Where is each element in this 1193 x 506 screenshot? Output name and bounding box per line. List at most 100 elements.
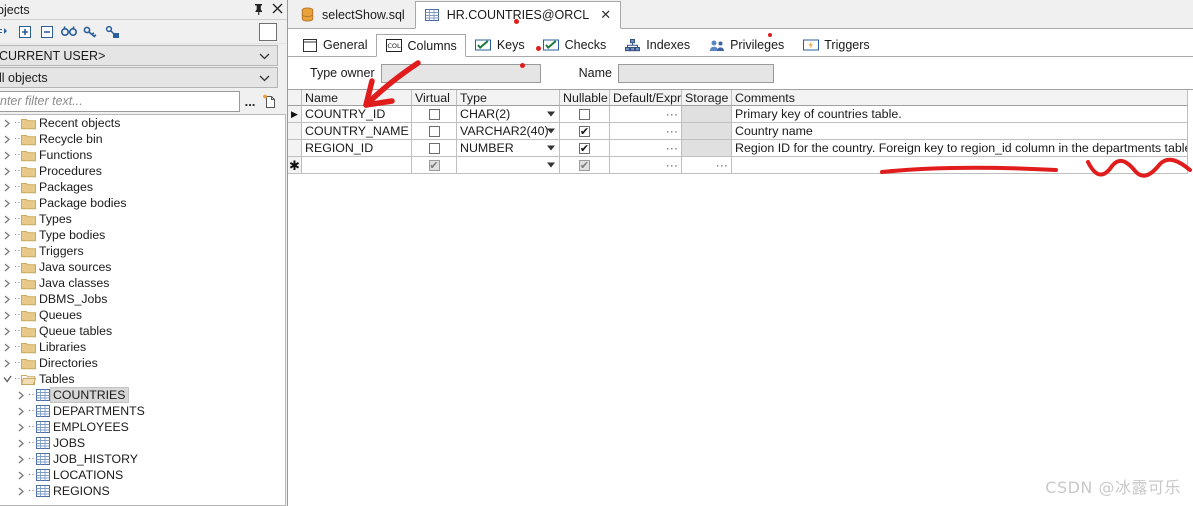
virtual-checkbox[interactable] [428, 142, 440, 154]
filter-options-button[interactable]: ... [240, 91, 260, 111]
chevron-right-icon[interactable] [0, 291, 14, 307]
filter-key-icon[interactable] [82, 23, 99, 40]
tree-item-employees[interactable]: ·· EMPLOYEES [0, 419, 285, 435]
cell-nullable[interactable]: ✔ [560, 123, 610, 140]
chevron-right-icon[interactable] [14, 419, 28, 435]
tab-triggers[interactable]: Triggers [793, 33, 878, 56]
cell-virtual[interactable] [412, 123, 457, 140]
toolbar-blank-button[interactable] [259, 23, 277, 41]
schema-combo[interactable]: CURRENT USER> [0, 45, 278, 66]
tree-item-locations[interactable]: ·· LOCATIONS [0, 467, 285, 483]
new-filter-icon[interactable] [260, 91, 278, 111]
cell-storage[interactable] [682, 106, 732, 123]
tab-keys[interactable]: Keys [466, 33, 534, 56]
cell-nullable[interactable]: ✔ [560, 157, 610, 174]
tree-item-countries[interactable]: ·· COUNTRIES [0, 387, 285, 403]
chevron-down-icon[interactable] [547, 162, 555, 168]
grid-header-type[interactable]: Type [457, 90, 560, 106]
grid-header-name[interactable]: Name [302, 90, 412, 106]
chevron-right-icon[interactable] [0, 115, 14, 131]
close-icon[interactable]: ✕ [600, 8, 611, 23]
chevron-right-icon[interactable] [0, 307, 14, 323]
tree-item-directories[interactable]: ·· Directories [0, 355, 285, 371]
cell-default[interactable]: ··· [610, 106, 682, 123]
tree-item-queues[interactable]: ·· Queues [0, 307, 285, 323]
tree-item-java-classes[interactable]: ·· Java classes [0, 275, 285, 291]
cell-virtual[interactable]: ✔ [412, 157, 457, 174]
virtual-checkbox[interactable] [428, 108, 440, 120]
tree-item-jobs[interactable]: ·· JOBS [0, 435, 285, 451]
cell-virtual[interactable] [412, 106, 457, 123]
collapse-all-icon[interactable] [0, 23, 11, 40]
cell-storage[interactable]: ··· [682, 157, 732, 174]
collapse-node-icon[interactable] [38, 23, 55, 40]
chevron-right-icon[interactable] [14, 435, 28, 451]
chevron-right-icon[interactable] [14, 403, 28, 419]
cell-comments[interactable] [732, 157, 1188, 174]
chevron-right-icon[interactable] [14, 451, 28, 467]
columns-grid[interactable]: Name Virtual Type Nullable Default/Expr. Stor… [288, 89, 1193, 174]
chevron-right-icon[interactable] [0, 339, 14, 355]
tree-item-departments[interactable]: ·· DEPARTMENTS [0, 403, 285, 419]
tree-item-queue-tables[interactable]: ·· Queue tables [0, 323, 285, 339]
cell-type[interactable] [457, 157, 560, 174]
nullable-checkbox[interactable] [579, 108, 590, 120]
tree-item-packages[interactable]: ·· Packages [0, 179, 285, 195]
name-input[interactable] [617, 63, 774, 83]
cell-comments[interactable]: Region ID for the country. Foreign key t… [732, 140, 1188, 157]
cell-name[interactable] [302, 157, 412, 174]
cell-nullable[interactable] [560, 106, 610, 123]
grid-header-storage[interactable]: Storage [682, 90, 732, 106]
chevron-down-icon[interactable] [547, 111, 555, 117]
chevron-right-icon[interactable] [14, 387, 28, 403]
table-row[interactable]: ✱ ✔ ✔ ··· ··· [288, 157, 1193, 174]
chevron-right-icon[interactable] [0, 259, 14, 275]
cell-name[interactable]: COUNTRY_NAME [302, 123, 412, 140]
row-selector[interactable]: ▶ [288, 106, 302, 123]
cell-name[interactable]: COUNTRY_ID [302, 106, 412, 123]
cell-comments[interactable]: Country name [732, 123, 1188, 140]
row-selector[interactable] [288, 123, 302, 140]
chevron-right-icon[interactable] [0, 147, 14, 163]
tree-item-type-bodies[interactable]: ·· Type bodies [0, 227, 285, 243]
nullable-checkbox[interactable]: ✔ [579, 142, 590, 154]
table-row[interactable]: ▶ COUNTRY_ID CHAR(2) ··· Primary key of coun… [288, 106, 1193, 123]
cell-default[interactable]: ··· [610, 157, 682, 174]
chevron-right-icon[interactable] [0, 179, 14, 195]
cell-type[interactable]: CHAR(2) [457, 106, 560, 123]
editor-tab-sql[interactable]: selectShow.sql [290, 0, 415, 28]
object-tree[interactable]: ·· Recent objects ·· Recycle bin ·· Functions… [0, 114, 286, 506]
type-owner-input[interactable] [380, 63, 541, 83]
nullable-checkbox[interactable]: ✔ [579, 125, 590, 137]
cell-type[interactable]: NUMBER [457, 140, 560, 157]
grid-header-virtual[interactable]: Virtual [412, 90, 457, 106]
filter-key-apply-icon[interactable] [104, 23, 121, 40]
tree-item-package-bodies[interactable]: ·· Package bodies [0, 195, 285, 211]
tree-item-recycle-bin[interactable]: ·· Recycle bin [0, 131, 285, 147]
expand-node-icon[interactable] [16, 23, 33, 40]
tree-item-libraries[interactable]: ·· Libraries [0, 339, 285, 355]
table-row[interactable]: COUNTRY_NAME VARCHAR2(40) ✔ ··· Country name [288, 123, 1193, 140]
cell-default[interactable]: ··· [610, 123, 682, 140]
filter-input[interactable]: nter filter text... [0, 90, 240, 112]
grid-header-default-expr-[interactable]: Default/Expr. [610, 90, 682, 106]
tree-item-tables[interactable]: ·· Tables [0, 371, 285, 387]
chevron-right-icon[interactable] [14, 467, 28, 483]
cell-comments[interactable]: Primary key of countries table. [732, 106, 1188, 123]
chevron-down-icon[interactable] [0, 371, 14, 387]
chevron-right-icon[interactable] [0, 243, 14, 259]
virtual-checkbox[interactable] [428, 125, 440, 137]
tree-item-job-history[interactable]: ·· JOB_HISTORY [0, 451, 285, 467]
chevron-right-icon[interactable] [0, 195, 14, 211]
row-selector[interactable]: ✱ [288, 157, 302, 174]
cell-name[interactable]: REGION_ID [302, 140, 412, 157]
chevron-right-icon[interactable] [0, 275, 14, 291]
tree-item-regions[interactable]: ·· REGIONS [0, 483, 285, 499]
tree-item-dbms-jobs[interactable]: ·· DBMS_Jobs [0, 291, 285, 307]
pin-icon[interactable] [253, 3, 264, 17]
chevron-right-icon[interactable] [0, 131, 14, 147]
cell-nullable[interactable]: ✔ [560, 140, 610, 157]
tree-item-triggers[interactable]: ·· Triggers [0, 243, 285, 259]
editor-tab-table[interactable]: HR.COUNTRIES@ORCL ✕ [414, 1, 622, 29]
tree-item-procedures[interactable]: ·· Procedures [0, 163, 285, 179]
